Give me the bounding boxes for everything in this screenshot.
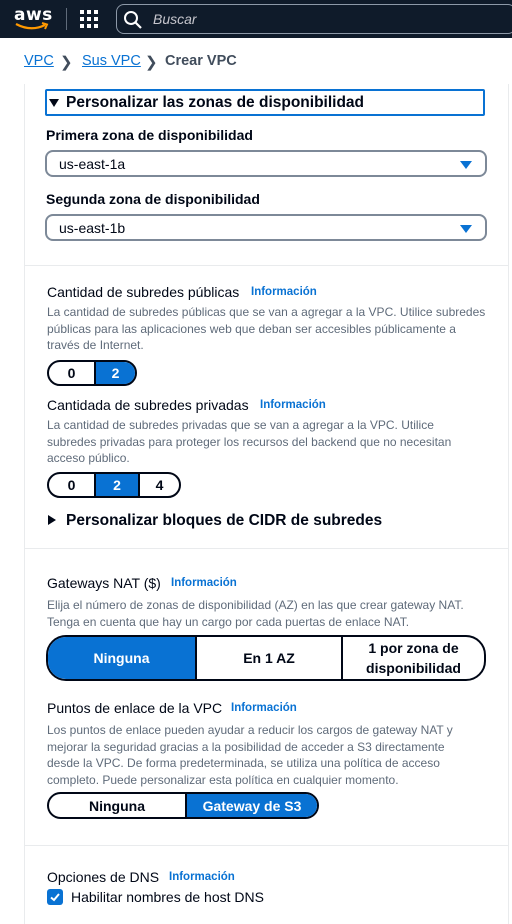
private-subnets-description: La cantidad de subredes privadas que se …: [47, 417, 492, 467]
nat-option-1-az[interactable]: En 1 AZ: [195, 637, 341, 679]
public-subnets-description: La cantidad de subredes públicas que se …: [47, 304, 492, 354]
nat-gateways-info-link[interactable]: Información: [171, 577, 237, 589]
search-icon: [124, 11, 142, 29]
second-az-value: us-east-1b: [59, 220, 126, 236]
vpc-endpoints-info-link[interactable]: Información: [231, 702, 297, 714]
description-line: públicas para las aplicaciones web que d…: [47, 321, 456, 336]
description-line: subredes privadas para proteger los recu…: [47, 434, 452, 449]
first-az-value: us-east-1a: [59, 156, 126, 172]
description-line: Los puntos de enlace pueden ayudar a red…: [47, 723, 453, 737]
description-line: completo. Puede personalizar esta políti…: [47, 772, 399, 787]
vpc-endpoints-label: Puntos de enlace de la VPC: [47, 700, 223, 716]
services-grid-icon[interactable]: [80, 10, 98, 28]
vpc-endpoints-description: Los puntos de enlace pueden ayudar a red…: [47, 722, 492, 788]
cidr-expander[interactable]: Personalizar bloques de CIDR de subredes: [66, 512, 382, 530]
search-placeholder: Buscar: [153, 11, 197, 27]
private-subnets-option-2[interactable]: 2: [94, 474, 138, 496]
breadcrumb-current: Crear VPC: [165, 53, 237, 69]
public-subnets-option-2[interactable]: 2: [94, 362, 135, 384]
topbar-divider: [66, 8, 67, 30]
first-az-label: Primera zona de disponibilidad: [46, 127, 253, 143]
description-line: desde la VPC. De forma predeterminada, s…: [47, 756, 440, 770]
aws-logo[interactable]: aws: [14, 5, 54, 33]
caret-down-icon: [49, 99, 59, 107]
first-az-select[interactable]: us-east-1a: [45, 150, 487, 177]
az-expander-label: Personalizar las zonas de disponibilidad: [66, 94, 365, 111]
breadcrumb: VPC ❯ Sus VPC ❯ Crear VPC: [0, 38, 512, 84]
breadcrumb-chevron-icon: ❯: [60, 54, 73, 71]
endpoint-option-none[interactable]: Ninguna: [49, 794, 185, 817]
dns-options-label: Opciones de DNS: [47, 869, 160, 885]
description-line: mejorar la seguridad gracias a la posibi…: [47, 739, 445, 754]
caret-down-icon: [460, 161, 472, 169]
private-subnets-selector: 0 2 4: [47, 472, 181, 498]
aws-smile-icon: [15, 22, 49, 30]
description-line: acceso público.: [47, 451, 130, 465]
description-line: La cantidad de subredes privadas que se …: [47, 418, 434, 432]
section-divider: [24, 845, 508, 846]
vpc-endpoints-selector: Ninguna Gateway de S3: [47, 792, 319, 819]
private-subnets-option-0[interactable]: 0: [49, 474, 94, 496]
nat-gateways-label: Gateways NAT ($): [47, 575, 161, 591]
public-subnets-info-link[interactable]: Información: [251, 286, 317, 298]
caret-down-icon: [460, 225, 472, 233]
private-subnets-info-link[interactable]: Información: [260, 399, 326, 411]
second-az-select[interactable]: us-east-1b: [45, 214, 487, 241]
second-az-label: Segunda zona de disponibilidad: [46, 191, 260, 207]
nat-option-none[interactable]: Ninguna: [48, 637, 195, 679]
private-subnets-option-4[interactable]: 4: [138, 474, 179, 496]
breadcrumb-chevron-icon: ❯: [145, 54, 158, 71]
description-line: través de Internet.: [47, 338, 144, 352]
search-input[interactable]: Buscar: [116, 4, 512, 34]
public-subnets-option-0[interactable]: 0: [49, 362, 94, 384]
section-divider: [24, 265, 508, 266]
nat-gateways-description: Elija el número de zonas de disponibilid…: [47, 597, 492, 630]
dns-hostnames-label: Habilitar nombres de host DNS: [71, 889, 264, 905]
description-line: Tenga en cuenta que hay un cargo por cad…: [47, 614, 410, 629]
public-subnets-label: Cantidad de subredes públicas: [47, 284, 240, 300]
breadcrumb-sus-vpc-link[interactable]: Sus VPC: [82, 53, 141, 69]
description-line: La cantidad de subredes públicas que se …: [47, 305, 486, 319]
top-navigation-bar: aws Buscar: [0, 0, 512, 38]
endpoint-option-s3-gateway[interactable]: Gateway de S3: [185, 794, 317, 817]
caret-right-icon: [48, 515, 56, 525]
public-subnets-selector: 0 2: [47, 360, 137, 386]
description-line: Elija el número de zonas de disponibilid…: [47, 598, 464, 612]
private-subnets-label: Cantidada de subredes privadas: [47, 397, 249, 413]
nat-option-per-az[interactable]: 1 por zona de disponibilidad: [341, 637, 484, 679]
dns-options-info-link[interactable]: Información: [169, 871, 235, 883]
section-divider: [24, 548, 508, 549]
breadcrumb-vpc-link[interactable]: VPC: [24, 53, 54, 69]
nat-gateways-selector: Ninguna En 1 AZ 1 por zona de disponibil…: [46, 635, 486, 681]
dns-hostnames-checkbox[interactable]: [47, 889, 63, 905]
check-icon: [50, 893, 60, 902]
